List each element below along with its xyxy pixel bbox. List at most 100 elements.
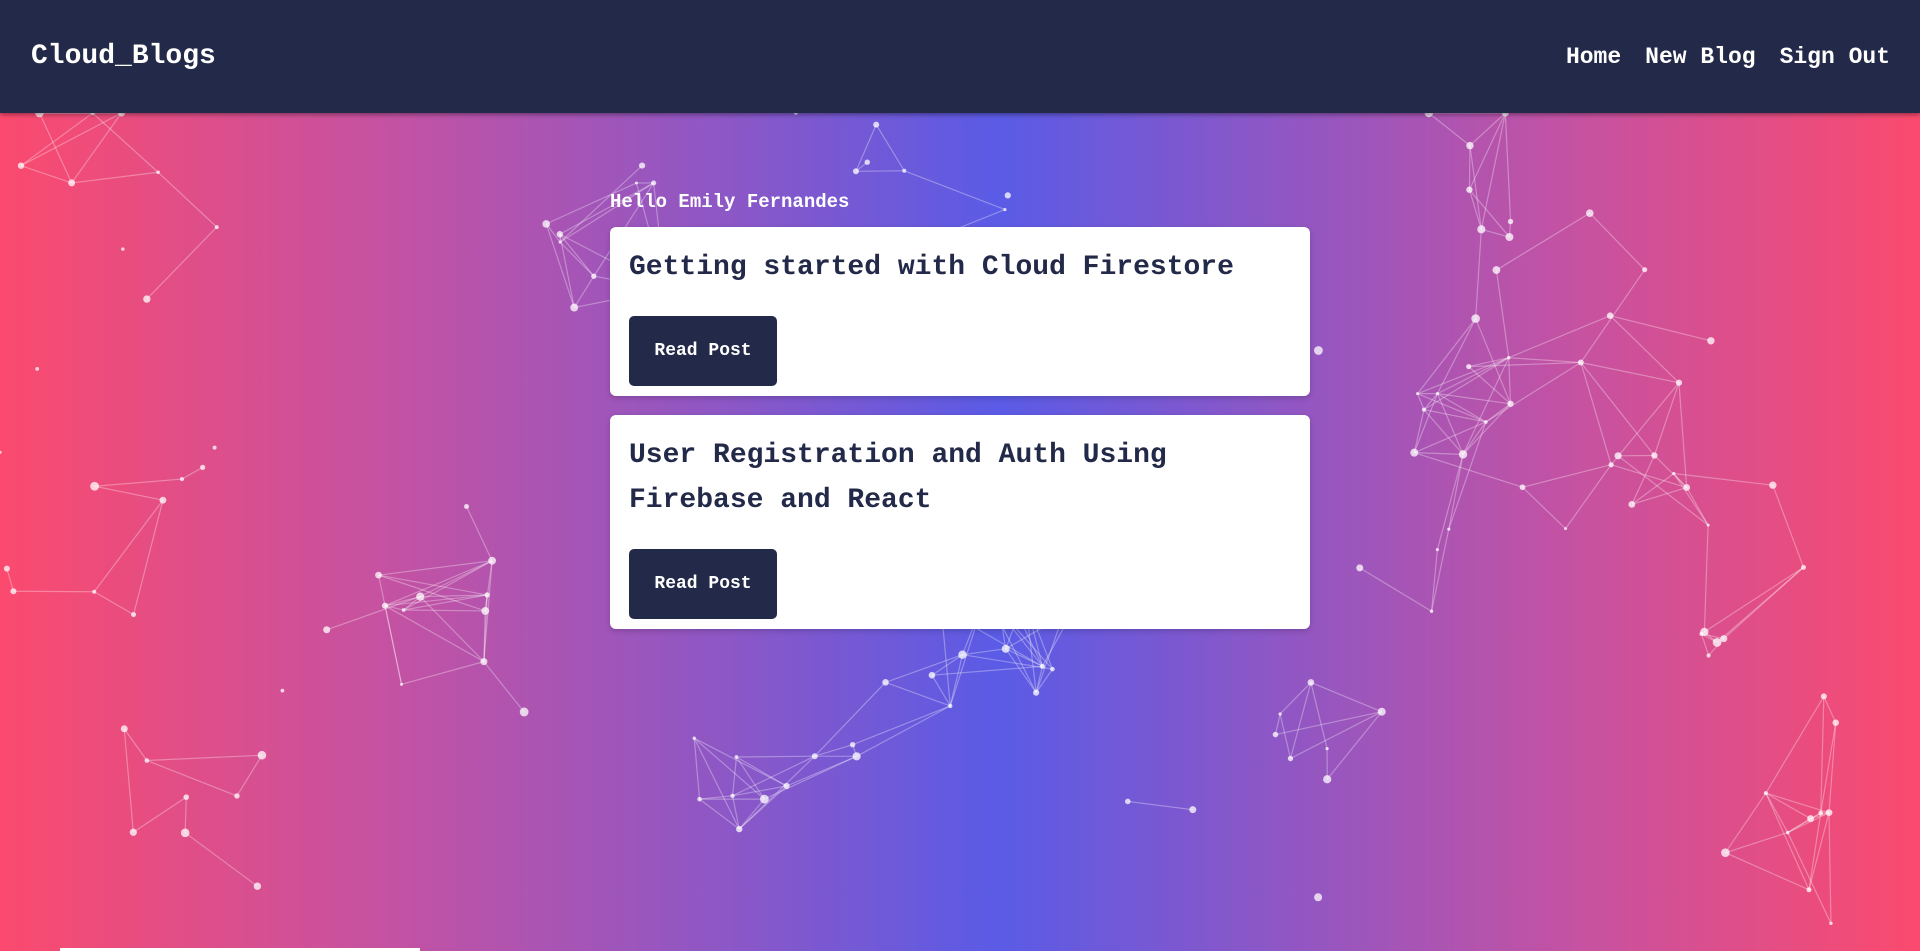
network-node bbox=[1683, 484, 1691, 491]
nav-link-home[interactable]: Home bbox=[1566, 44, 1621, 70]
network-node bbox=[323, 626, 331, 634]
network-line bbox=[1725, 831, 1788, 854]
network-line bbox=[181, 466, 203, 480]
network-node bbox=[1492, 266, 1501, 274]
network-line bbox=[184, 832, 258, 887]
network-line bbox=[93, 499, 164, 593]
network-line bbox=[738, 798, 765, 830]
network-line bbox=[699, 798, 740, 830]
network-node bbox=[212, 445, 217, 450]
network-line bbox=[146, 759, 238, 797]
network-line bbox=[1703, 525, 1709, 632]
network-line bbox=[71, 171, 159, 184]
network-line bbox=[419, 596, 485, 663]
network-node bbox=[1651, 452, 1658, 459]
network-node bbox=[734, 755, 739, 759]
nav-links: Home New Blog Sign Out bbox=[1566, 44, 1890, 70]
post-title: User Registration and Auth Using Firebas… bbox=[629, 440, 1167, 516]
network-node bbox=[882, 679, 889, 686]
network-line bbox=[94, 485, 164, 501]
network-node bbox=[1435, 547, 1439, 552]
network-node bbox=[849, 741, 856, 748]
network-node bbox=[1519, 484, 1526, 491]
network-node bbox=[180, 828, 190, 838]
network-line bbox=[465, 506, 493, 562]
network-node bbox=[852, 168, 859, 175]
network-line bbox=[1468, 189, 1510, 238]
greeting-text: Hello Emily Fernandes bbox=[610, 191, 850, 213]
network-line bbox=[1617, 455, 1709, 526]
network-node bbox=[129, 828, 137, 836]
network-node bbox=[1466, 141, 1474, 150]
network-node bbox=[1458, 450, 1468, 459]
network-line bbox=[401, 661, 485, 685]
network-node bbox=[1829, 921, 1833, 926]
network-node bbox=[634, 181, 638, 185]
network-node bbox=[35, 113, 44, 118]
network-node bbox=[183, 794, 190, 800]
network-line bbox=[1414, 452, 1523, 488]
network-line bbox=[1430, 549, 1438, 612]
network-line bbox=[573, 275, 595, 308]
network-line bbox=[875, 124, 905, 172]
network-line bbox=[184, 797, 187, 833]
network-node bbox=[542, 220, 551, 228]
network-line bbox=[1823, 696, 1837, 723]
network-node bbox=[35, 367, 40, 371]
network-line bbox=[1765, 696, 1825, 794]
network-node bbox=[556, 231, 563, 238]
network-line bbox=[132, 500, 164, 615]
network-line bbox=[693, 737, 740, 830]
network-line bbox=[1436, 393, 1464, 455]
network-line bbox=[1279, 713, 1292, 759]
network-line bbox=[1508, 315, 1611, 359]
network-node bbox=[1832, 719, 1839, 726]
read-post-button[interactable]: Read Post bbox=[629, 549, 777, 619]
network-line bbox=[1485, 361, 1582, 423]
network-line bbox=[1580, 362, 1612, 465]
network-line bbox=[1289, 682, 1312, 759]
network-node bbox=[1307, 679, 1315, 686]
network-node bbox=[92, 589, 97, 594]
network-node bbox=[1699, 631, 1704, 636]
network-line bbox=[731, 756, 738, 796]
network-line bbox=[1653, 382, 1680, 456]
network-node bbox=[1720, 635, 1728, 643]
network-line bbox=[1631, 472, 1675, 505]
network-line bbox=[1290, 711, 1383, 760]
network-node bbox=[375, 571, 382, 579]
network-line bbox=[1448, 421, 1487, 530]
network-line bbox=[1772, 484, 1805, 568]
network-line bbox=[855, 170, 905, 172]
network-line bbox=[1673, 473, 1709, 526]
network-node bbox=[1606, 312, 1614, 319]
brand-logo-link[interactable]: Cloud_Blogs bbox=[31, 41, 216, 72]
nav-link-new-blog[interactable]: New Blog bbox=[1645, 44, 1755, 70]
network-line bbox=[1436, 454, 1464, 550]
network-node bbox=[1410, 448, 1419, 457]
network-node bbox=[1429, 609, 1434, 613]
network-line bbox=[403, 609, 486, 612]
network-node bbox=[1424, 113, 1434, 118]
network-line bbox=[559, 233, 595, 277]
network-node bbox=[68, 179, 76, 187]
network-node bbox=[638, 162, 646, 169]
network-node bbox=[730, 793, 735, 799]
network-node bbox=[1577, 359, 1584, 366]
network-line bbox=[20, 113, 93, 167]
network-line bbox=[132, 796, 187, 833]
read-post-button[interactable]: Read Post bbox=[629, 316, 777, 386]
network-line bbox=[1765, 792, 1810, 891]
network-node bbox=[1507, 218, 1514, 225]
network-line bbox=[384, 605, 485, 663]
network-line bbox=[1828, 722, 1837, 813]
network-node bbox=[1712, 638, 1722, 647]
nav-link-sign-out[interactable]: Sign Out bbox=[1780, 44, 1890, 70]
network-node bbox=[1806, 887, 1812, 893]
network-node bbox=[558, 240, 562, 244]
network-line bbox=[736, 755, 815, 758]
network-node bbox=[1272, 731, 1279, 738]
network-node bbox=[143, 295, 151, 303]
network-node bbox=[519, 707, 529, 717]
network-node bbox=[90, 481, 100, 491]
